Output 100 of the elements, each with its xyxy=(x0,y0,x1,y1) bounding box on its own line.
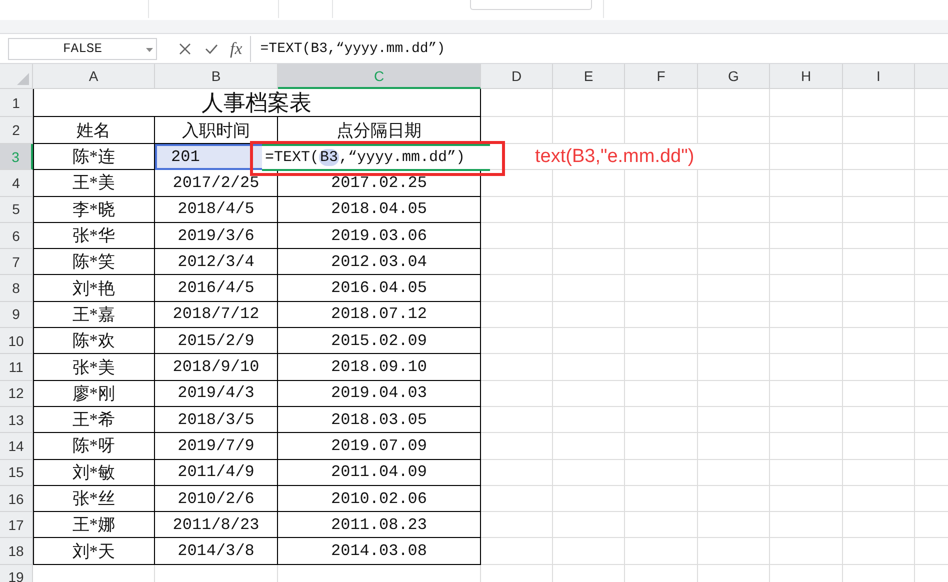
empty-cell[interactable] xyxy=(553,275,625,302)
empty-cell[interactable] xyxy=(843,380,915,407)
empty-cell[interactable] xyxy=(553,406,625,434)
row-header[interactable]: 15 xyxy=(0,460,33,486)
empty-cell[interactable] xyxy=(770,460,843,486)
empty-cell[interactable] xyxy=(481,328,553,354)
column-header[interactable]: E xyxy=(553,64,625,89)
empty-cell[interactable] xyxy=(843,170,915,197)
empty-cell[interactable] xyxy=(481,406,553,434)
empty-cell[interactable] xyxy=(481,222,553,250)
dropdown-field[interactable] xyxy=(470,0,592,10)
row-header[interactable]: 11 xyxy=(0,354,33,381)
empty-cell[interactable] xyxy=(770,406,843,434)
empty-cell[interactable] xyxy=(481,512,553,538)
formula-field[interactable]: =TEXT(B3,“yyyy.mm.dd”) xyxy=(250,36,948,62)
empty-cell[interactable] xyxy=(770,328,843,354)
empty-cell[interactable] xyxy=(625,328,698,354)
empty-cell[interactable] xyxy=(843,196,915,223)
empty-cell[interactable] xyxy=(698,406,770,434)
row-header[interactable]: 8 xyxy=(0,275,33,302)
empty-cell[interactable] xyxy=(698,89,770,117)
empty-cell[interactable] xyxy=(625,222,698,250)
empty-cell[interactable] xyxy=(553,460,625,486)
empty-cell[interactable] xyxy=(698,460,770,486)
empty-cell[interactable] xyxy=(770,354,843,381)
empty-cell[interactable] xyxy=(553,380,625,407)
empty-cell[interactable] xyxy=(553,486,625,512)
empty-cell[interactable] xyxy=(843,144,915,170)
empty-cell[interactable] xyxy=(625,117,698,144)
empty-cell[interactable] xyxy=(553,89,625,117)
empty-cell[interactable] xyxy=(698,117,770,144)
empty-cell[interactable] xyxy=(843,354,915,381)
empty-cell[interactable] xyxy=(553,433,625,460)
empty-cell[interactable] xyxy=(698,354,770,381)
empty-cell[interactable] xyxy=(481,460,553,486)
empty-cell[interactable] xyxy=(843,302,915,328)
empty-cell[interactable] xyxy=(698,170,770,197)
empty-cell[interactable] xyxy=(843,433,915,460)
empty-cell[interactable] xyxy=(843,89,915,117)
empty-cell[interactable] xyxy=(843,460,915,486)
empty-cell[interactable] xyxy=(770,433,843,460)
empty-cell[interactable] xyxy=(698,196,770,223)
empty-cell[interactable] xyxy=(625,275,698,302)
empty-cell[interactable] xyxy=(625,406,698,434)
empty-cell[interactable] xyxy=(481,89,553,117)
row-header[interactable]: 16 xyxy=(0,486,33,512)
empty-cell[interactable] xyxy=(553,328,625,354)
column-header[interactable]: D xyxy=(481,64,553,89)
row-header[interactable]: 5 xyxy=(0,196,33,223)
empty-cell[interactable] xyxy=(770,144,843,170)
empty-cell[interactable] xyxy=(698,486,770,512)
empty-cell[interactable] xyxy=(770,302,843,328)
empty-cell[interactable] xyxy=(553,538,625,565)
column-header[interactable]: A xyxy=(33,64,155,89)
empty-cell[interactable] xyxy=(698,275,770,302)
empty-cell[interactable] xyxy=(625,380,698,407)
column-header[interactable]: I xyxy=(843,64,915,89)
row-header[interactable]: 6 xyxy=(0,222,33,250)
empty-cell[interactable] xyxy=(770,196,843,223)
empty-cell[interactable] xyxy=(698,222,770,250)
empty-cell[interactable] xyxy=(843,117,915,144)
empty-cell[interactable] xyxy=(843,538,915,565)
column-header[interactable]: H xyxy=(770,64,843,89)
empty-cell[interactable] xyxy=(698,302,770,328)
empty-cell[interactable] xyxy=(843,249,915,276)
row-header[interactable]: 2 xyxy=(0,117,33,144)
row-header[interactable]: 10 xyxy=(0,328,33,354)
empty-cell[interactable] xyxy=(481,196,553,223)
empty-cell[interactable] xyxy=(553,196,625,223)
empty-cell[interactable] xyxy=(698,512,770,538)
empty-cell[interactable] xyxy=(843,328,915,354)
column-header[interactable]: F xyxy=(625,64,698,89)
empty-cell[interactable] xyxy=(843,406,915,434)
empty-cell[interactable] xyxy=(481,538,553,565)
empty-cell[interactable] xyxy=(843,486,915,512)
empty-cell[interactable] xyxy=(698,538,770,565)
row-header[interactable]: 14 xyxy=(0,433,33,460)
row-header[interactable]: 7 xyxy=(0,249,33,276)
empty-cell[interactable] xyxy=(481,380,553,407)
empty-cell[interactable] xyxy=(625,486,698,512)
empty-cell[interactable] xyxy=(770,380,843,407)
empty-cell[interactable] xyxy=(553,354,625,381)
empty-cell[interactable] xyxy=(625,538,698,565)
empty-cell[interactable] xyxy=(553,302,625,328)
empty-cell[interactable] xyxy=(770,249,843,276)
empty-cell[interactable] xyxy=(481,249,553,276)
empty-cell[interactable] xyxy=(553,117,625,144)
row-header[interactable]: 9 xyxy=(0,302,33,328)
empty-cell[interactable] xyxy=(625,196,698,223)
empty-cell[interactable] xyxy=(770,117,843,144)
cell-editor[interactable]: =TEXT(B3,“yyyy.mm.dd”) xyxy=(262,144,490,171)
empty-cell[interactable] xyxy=(625,170,698,197)
row-header[interactable]: 13 xyxy=(0,406,33,434)
check-icon[interactable] xyxy=(205,44,218,54)
empty-cell[interactable] xyxy=(843,512,915,538)
empty-cell[interactable] xyxy=(698,380,770,407)
empty-cell[interactable] xyxy=(770,486,843,512)
row-header[interactable]: 12 xyxy=(0,380,33,407)
cancel-icon[interactable] xyxy=(179,42,191,54)
empty-cell[interactable] xyxy=(770,170,843,197)
